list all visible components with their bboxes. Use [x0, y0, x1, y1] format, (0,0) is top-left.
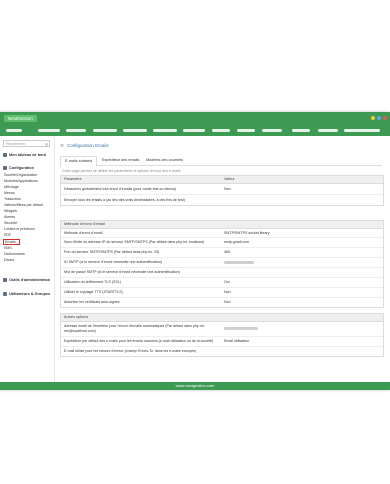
table-row[interactable]: Adresse email de l'émetteur pour l'envoi…: [61, 322, 383, 337]
redacted-value: [224, 326, 258, 330]
sidebar-admin-tools[interactable]: Outils d'administration: [3, 278, 50, 282]
sidebar-item[interactable]: Valeurs/filtres par défaut: [4, 203, 43, 207]
app-window: NextGestion Rechercher ⚲ Mon tableau de …: [0, 112, 390, 390]
sidebar-config-header[interactable]: Configuration: [3, 166, 34, 170]
page-description: Cette page permet de définir les paramèt…: [62, 169, 181, 173]
send-method-section: Méthode d'envoi d'email Méthode d'envoi …: [60, 220, 384, 308]
nav-item[interactable]: [123, 129, 147, 132]
window-controls: [371, 116, 387, 120]
sidebar-item-emails[interactable]: Emails: [3, 239, 20, 245]
sidebar-users-groups[interactable]: Utilisateurs & Groupes: [3, 292, 50, 296]
gear-icon: ⚙: [60, 143, 65, 148]
tab-bar: E-mails sortants Expéditeur des emails M…: [60, 155, 382, 167]
minimize-button[interactable]: [371, 116, 375, 120]
nav-item[interactable]: [66, 129, 86, 132]
nav-item[interactable]: [183, 129, 205, 132]
title-bar: NextGestion: [0, 112, 390, 125]
top-navbar: [0, 125, 390, 136]
nav-item[interactable]: [38, 129, 60, 132]
table-row[interactable]: ID SMTP (si le serveur d'envoi nécessite…: [61, 258, 383, 268]
sidebar-item[interactable]: Sécurité: [4, 221, 17, 225]
table-row[interactable]: Nom d'hôte ou adresse IP du serveur SMTP…: [61, 238, 383, 248]
table-row[interactable]: Expéditeur par défaut des e-mails pour l…: [61, 337, 383, 347]
nav-item[interactable]: [93, 129, 117, 132]
wrench-icon: [3, 166, 7, 170]
sidebar-item[interactable]: Société/Organisation: [4, 173, 37, 177]
close-button[interactable]: [383, 116, 387, 120]
sidebar-item[interactable]: Affichage: [4, 185, 19, 189]
nav-item[interactable]: [212, 129, 230, 132]
sidebar: Rechercher ⚲ Mon tableau de bord Configu…: [0, 136, 55, 382]
table-row[interactable]: Désactiver globalement tout envoi d'emai…: [61, 184, 383, 195]
sidebar-item[interactable]: Dictionnaires: [4, 252, 25, 256]
table-row[interactable]: Autoriser les certificats auto-signés No…: [61, 298, 383, 307]
section-header: Autres options: [61, 314, 383, 322]
sidebar-item[interactable]: PDF: [4, 233, 11, 237]
tab-email-templates[interactable]: Modèles des courriels: [142, 156, 187, 165]
sidebar-item[interactable]: Menus: [4, 191, 15, 195]
users-icon: [3, 292, 7, 296]
tab-email-sender[interactable]: Expéditeur des emails: [98, 156, 143, 165]
nav-item[interactable]: [344, 129, 380, 132]
table-row[interactable]: Méthode d'envoi d'email SMTP/SMTPS socke…: [61, 229, 383, 238]
sidebar-item[interactable]: Limites et précision: [4, 227, 35, 231]
nav-item[interactable]: [292, 129, 310, 132]
sidebar-item[interactable]: Traduction: [4, 197, 21, 201]
other-options-section: Autres options Adresse email de l'émette…: [60, 313, 384, 357]
tools-icon: [3, 278, 7, 282]
footer: www.nextgestion.com: [0, 382, 390, 390]
sidebar-item[interactable]: Modules/Applications: [4, 179, 38, 183]
section-header: Méthode d'envoi d'email: [61, 221, 383, 229]
sidebar-item[interactable]: Divers: [4, 258, 14, 262]
redacted-value: [224, 260, 254, 264]
sidebar-item[interactable]: Alertes: [4, 215, 15, 219]
table-row[interactable]: Envoyer tous les emails à (au lieu des v…: [61, 195, 383, 205]
section-header: Paramètre Valeur: [61, 176, 383, 184]
nav-item[interactable]: [318, 129, 338, 132]
table-row[interactable]: E-mail utilisé pour les retours d'erreur…: [61, 347, 383, 356]
sidebar-item[interactable]: SMS: [4, 246, 12, 250]
search-input[interactable]: Rechercher ⚲: [3, 140, 50, 147]
brand-logo[interactable]: NextGestion: [4, 115, 37, 122]
table-row[interactable]: Utilisation du chiffrement TLS (SSL) Oui: [61, 278, 383, 288]
table-row[interactable]: Utiliser le cryptage TTS (STARTTLS) Non: [61, 288, 383, 298]
sidebar-item[interactable]: Widgets: [4, 209, 17, 213]
table-row[interactable]: Mot de passe SMTP (si le serveur d'envoi…: [61, 268, 383, 278]
nav-item[interactable]: [153, 129, 177, 132]
maximize-button[interactable]: [377, 116, 381, 120]
search-icon[interactable]: ⚲: [45, 141, 48, 148]
home-icon: [3, 153, 7, 157]
page-title: ⚙ Configuration Emails: [60, 143, 109, 148]
nav-item[interactable]: [262, 129, 282, 132]
sidebar-dashboard[interactable]: Mon tableau de bord: [3, 153, 46, 157]
table-row[interactable]: Port du serveur SMTP/SMTPS (Par défaut d…: [61, 248, 383, 258]
nav-item[interactable]: [237, 129, 255, 132]
nav-item[interactable]: [6, 129, 22, 132]
params-section: Paramètre Valeur Désactiver globalement t…: [60, 175, 384, 206]
tab-outgoing-emails[interactable]: E-mails sortants: [60, 156, 98, 167]
